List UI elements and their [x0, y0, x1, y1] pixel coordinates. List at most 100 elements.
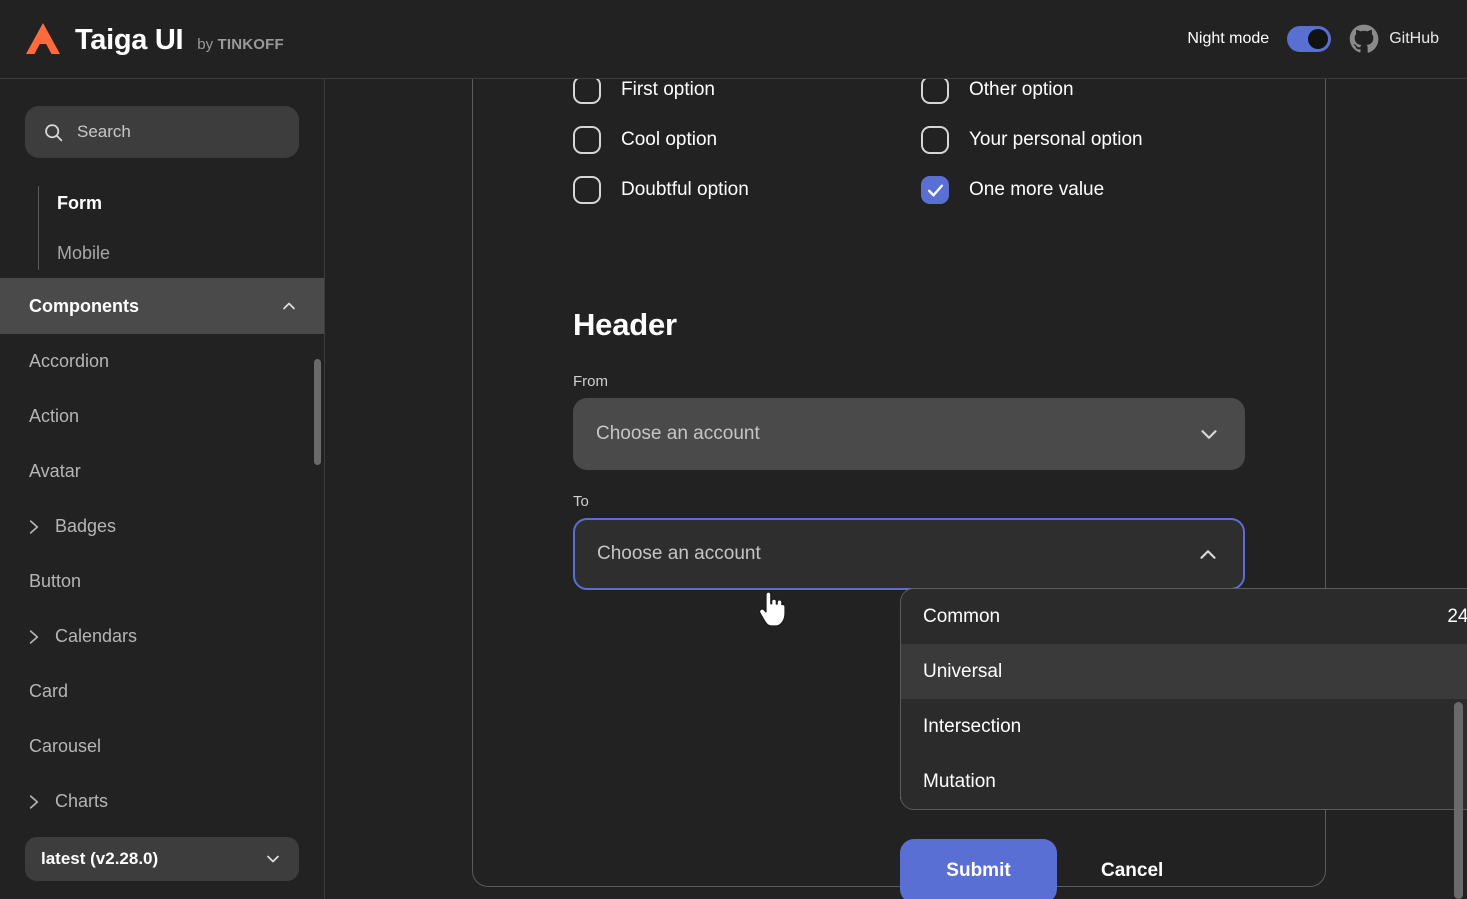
sidebar-item-label: Badges	[55, 516, 117, 536]
to-account-select[interactable]: Choose an account	[573, 518, 1245, 590]
sidebar-item-form[interactable]: Form	[25, 178, 324, 228]
checkbox-item-cool-option[interactable]: Cool option	[573, 126, 921, 154]
from-account-select[interactable]: Choose an account	[573, 398, 1245, 470]
sidebar-item-label: Mobile	[57, 242, 111, 263]
dropdown-option-mutation[interactable]: Mutation 100₽	[901, 754, 1467, 809]
checkbox-item-first-option[interactable]: First option	[573, 79, 921, 104]
chevron-down-icon	[267, 855, 279, 863]
sidebar-item-label: Accordion	[29, 351, 110, 371]
chevron-up-icon	[283, 302, 295, 310]
sidebar-group-label: Components	[29, 295, 139, 316]
dropdown-option-intersection[interactable]: Intersection 10 000₽	[901, 699, 1467, 754]
sidebar-item-label: Card	[29, 681, 69, 701]
night-mode-label: Night mode	[1187, 30, 1270, 47]
sidebar-item-label: Charts	[55, 791, 109, 811]
main-content: First option Other option Cool option Yo…	[326, 79, 1467, 899]
toggle-knob	[1308, 29, 1329, 49]
account-dropdown-list: Common 24 876,55₽ Universal 335₽ Interse…	[900, 588, 1467, 810]
dropdown-option-universal[interactable]: Universal 335₽	[901, 644, 1467, 699]
sidebar: Search Form Mobile Components Accordion	[0, 79, 325, 899]
brand-by-name: TINKOFF	[217, 36, 284, 53]
search-placeholder: Search	[77, 122, 131, 141]
chevron-right-icon	[29, 794, 39, 810]
sidebar-item-label: Button	[29, 571, 82, 591]
sidebar-group-components[interactable]: Components	[0, 278, 324, 334]
checkbox-item-doubtful-option[interactable]: Doubtful option	[573, 176, 921, 204]
to-account-placeholder: Choose an account	[597, 543, 761, 564]
sidebar-item-card[interactable]: Card	[0, 664, 324, 719]
checkbox-box[interactable]	[921, 126, 949, 154]
sidebar-item-label: Form	[57, 192, 102, 213]
from-account-placeholder: Choose an account	[596, 423, 760, 444]
brand-logo[interactable]: Taiga UI by TINKOFF	[0, 22, 284, 56]
github-link[interactable]: GitHub	[1349, 24, 1439, 54]
dropdown-option-name: Intersection	[923, 715, 1022, 737]
github-label: GitHub	[1389, 30, 1439, 47]
checkbox-item-one-more-value[interactable]: One more value	[921, 176, 1227, 204]
github-icon	[1349, 24, 1379, 53]
field-from: From Choose an account	[573, 373, 1245, 470]
checkbox-group: First option Other option Cool option Yo…	[573, 79, 1227, 215]
sidebar-subgroup: Form Mobile	[0, 178, 324, 278]
sidebar-item-label: Calendars	[55, 626, 138, 646]
header-actions: Night mode GitHub	[1187, 24, 1467, 54]
checkbox-box[interactable]	[921, 79, 949, 104]
checkbox-label: Cool option	[621, 129, 718, 150]
search-container: Search	[0, 79, 324, 158]
checkbox-label: Your personal option	[969, 129, 1143, 150]
checkbox-label: One more value	[969, 179, 1105, 200]
sidebar-item-charts[interactable]: Charts	[0, 774, 324, 829]
sidebar-item-mobile[interactable]: Mobile	[25, 228, 324, 278]
brand-title: Taiga UI	[75, 24, 184, 56]
checkbox-row: Cool option Your personal option	[573, 115, 1227, 165]
dropdown-option-name: Common	[923, 605, 1001, 627]
field-to-label: To	[573, 493, 589, 510]
checkbox-box[interactable]	[573, 126, 601, 154]
checkbox-label: Other option	[969, 79, 1074, 100]
checkbox-row: Doubtful option One more value	[573, 165, 1227, 215]
sidebar-scrollbar-thumb[interactable]	[314, 359, 321, 465]
checkbox-item-your-personal-option[interactable]: Your personal option	[921, 126, 1227, 154]
sidebar-item-avatar[interactable]: Avatar	[0, 444, 324, 499]
submit-button[interactable]: Submit	[900, 839, 1057, 899]
sidebar-item-button[interactable]: Button	[0, 554, 324, 609]
version-selector[interactable]: latest (v2.28.0)	[25, 837, 299, 881]
brand-by-word: by	[197, 36, 214, 53]
cancel-button[interactable]: Cancel	[1073, 839, 1191, 899]
chevron-right-icon	[29, 519, 39, 535]
sidebar-item-label: Avatar	[29, 461, 81, 481]
app-root: Taiga UI by TINKOFF Night mode GitHub Se…	[0, 0, 1467, 899]
page-scrollbar-thumb[interactable]	[1454, 702, 1463, 899]
chevron-up-icon	[1200, 550, 1216, 559]
checkbox-box[interactable]	[921, 176, 949, 204]
sidebar-nav: Form Mobile Components Accordion Action …	[0, 178, 324, 829]
sidebar-item-accordion[interactable]: Accordion	[0, 334, 324, 389]
chevron-right-icon	[29, 629, 39, 645]
night-mode-toggle[interactable]	[1287, 26, 1332, 52]
sidebar-item-action[interactable]: Action	[0, 389, 324, 444]
checkbox-box[interactable]	[573, 79, 601, 104]
checkbox-row: First option Other option	[573, 79, 1227, 115]
sidebar-item-badges[interactable]: Badges	[0, 499, 324, 554]
checkbox-label: Doubtful option	[621, 179, 749, 200]
search-input[interactable]: Search	[25, 106, 299, 158]
dropdown-option-value: 24 876,55₽	[1447, 605, 1467, 628]
chevron-down-icon	[1201, 430, 1217, 439]
field-from-label: From	[573, 373, 608, 390]
amount-integer: 24 876	[1447, 606, 1467, 627]
checkbox-item-other-option[interactable]: Other option	[921, 79, 1227, 104]
checkmark-icon	[927, 184, 943, 196]
top-header: Taiga UI by TINKOFF Night mode GitHub	[0, 0, 1467, 79]
brand-byline: by TINKOFF	[197, 37, 284, 52]
sidebar-item-carousel[interactable]: Carousel	[0, 719, 324, 774]
sidebar-item-calendars[interactable]: Calendars	[0, 609, 324, 664]
taiga-logo-icon	[26, 23, 60, 54]
dropdown-option-common[interactable]: Common 24 876,55₽	[901, 589, 1467, 644]
dropdown-option-name: Universal	[923, 660, 1003, 682]
version-label: latest (v2.28.0)	[41, 849, 159, 868]
form-actions: Submit Cancel	[900, 839, 1191, 899]
version-selector-container: latest (v2.28.0)	[0, 837, 324, 899]
checkbox-box[interactable]	[573, 176, 601, 204]
sidebar-item-label: Action	[29, 406, 80, 426]
checkbox-label: First option	[621, 79, 715, 100]
